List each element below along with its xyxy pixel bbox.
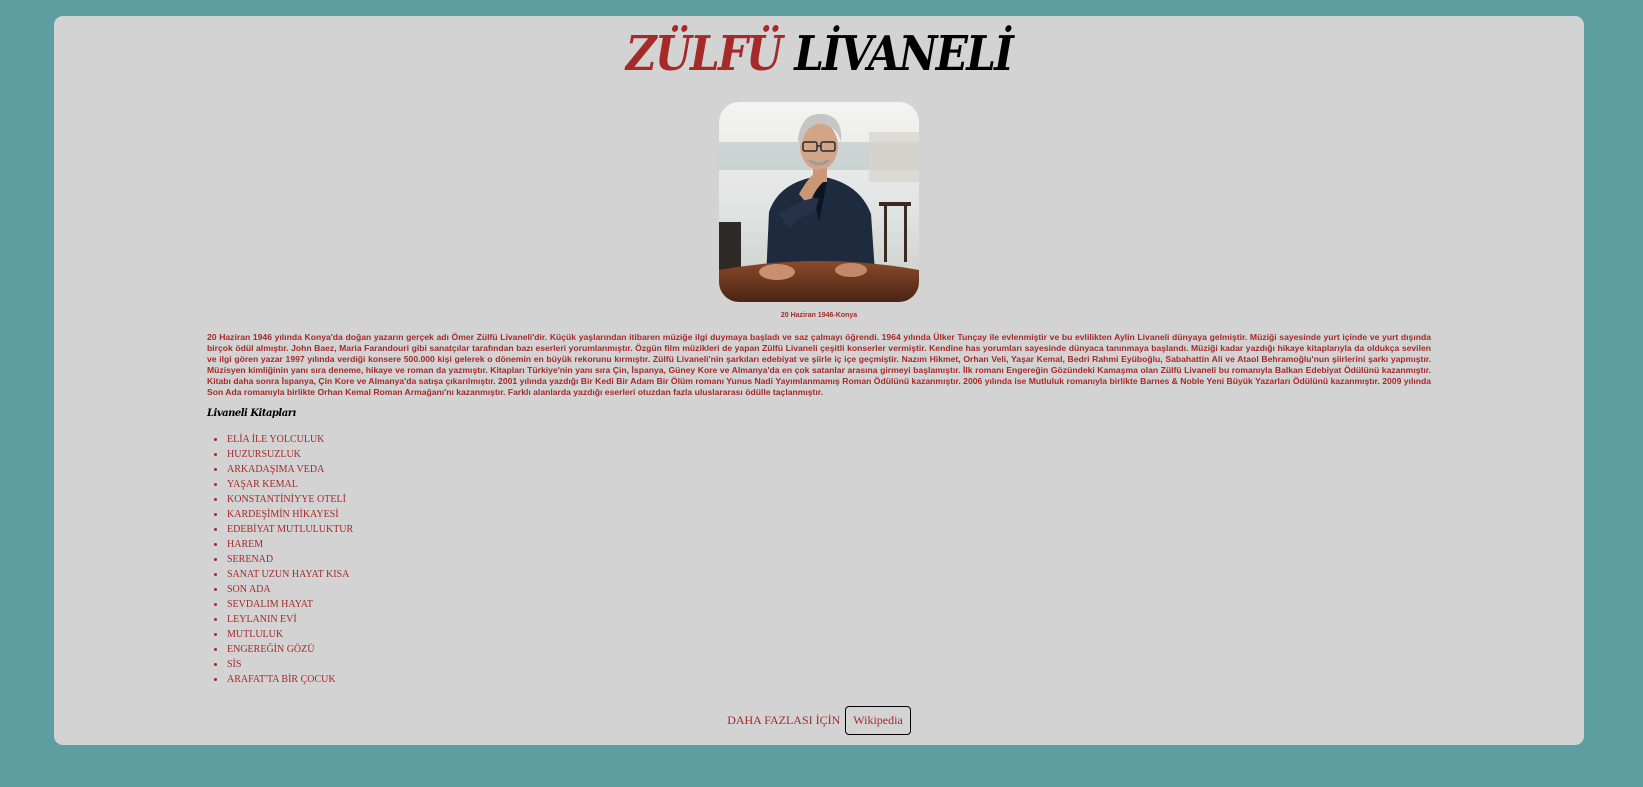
book-list-item: SEVDALIM HAYAT [213,597,353,612]
title-first-name: ZÜLFÜ [625,26,783,82]
title-last-name: LİVANELİ [794,26,1014,82]
book-list-item: MUTLULUK [213,627,353,642]
more-info-label: DAHA FAZLASI İÇİN [727,713,841,727]
book-list-item: ELİA İLE YOLCULUK [213,432,353,447]
book-list-item: ENGEREĞİN GÖZÜ [213,642,353,657]
book-list-item: LEYLANIN EVİ [213,612,353,627]
more-info-row: DAHA FAZLASI İÇİN Wikipedia [54,706,1584,735]
book-list-item: SON ADA [213,582,353,597]
page-title: ZÜLFÜ LİVANELİ [146,26,1492,82]
book-list-item: HAREM [213,537,353,552]
books-heading: Livaneli Kitapları [207,408,296,419]
wikipedia-button[interactable]: Wikipedia [845,706,911,735]
book-list: ELİA İLE YOLCULUK HUZURSUZLUK ARKADAŞIMA… [207,432,353,687]
biography-text: 20 Haziran 1946 yılında Konya'da doğan y… [207,332,1431,397]
book-list-item: EDEBİYAT MUTLULUKTUR [213,524,354,535]
book-list-item: KONSTANTİNİYYE OTELİ [213,492,353,507]
book-list-item: HUZURSUZLUK [213,447,353,462]
author-portrait [719,102,919,302]
book-list-item: ARKADAŞIMA VEDA [213,462,353,477]
book-list-item: SERENAD [213,552,353,567]
main-card: ZÜLFÜ LİVANELİ 20 Haziran 1946-Konya 20 … [54,16,1584,745]
portrait-caption: 20 Haziran 1946-Konya [780,312,858,319]
book-list-item: SİS [213,657,353,672]
book-list-item: SANAT UZUN HAYAT KISA [213,567,353,582]
book-list-item: YAŞAR KEMAL [213,477,353,492]
book-list-item: ARAFAT'TA BİR ÇOCUK [213,672,353,687]
book-list-item: KARDEŞİMİN HİKAYESİ [213,507,353,522]
